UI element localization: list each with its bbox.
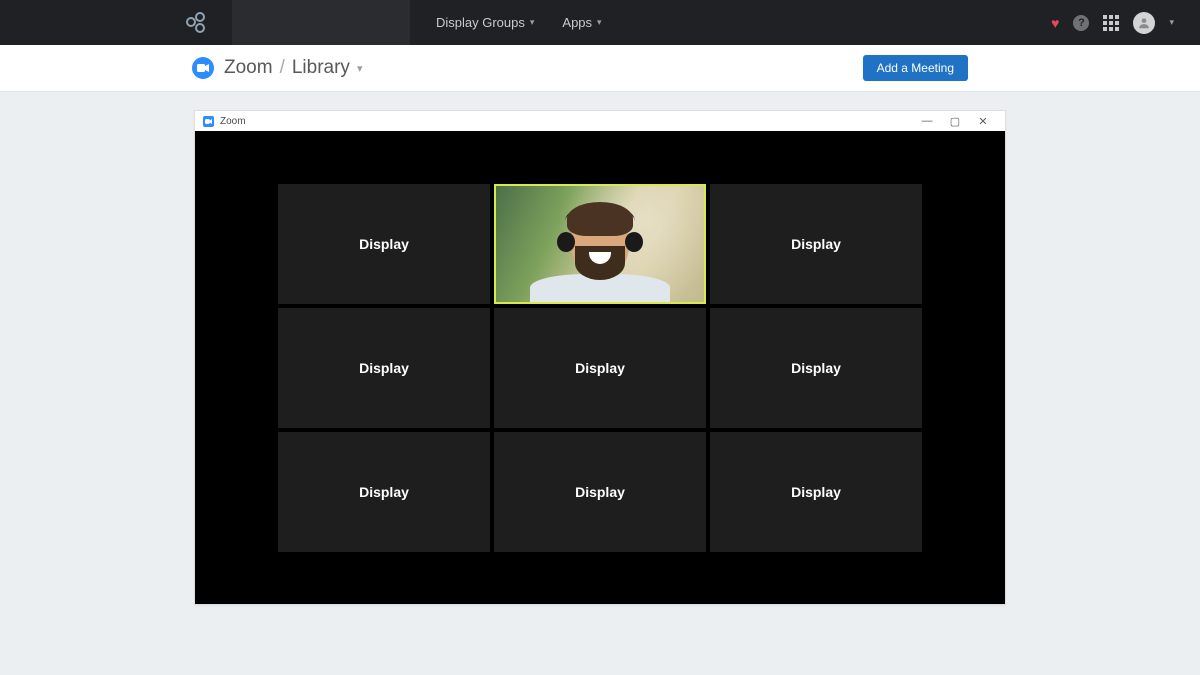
chevron-down-icon[interactable]: ▾ — [1169, 17, 1174, 28]
sub-header: Zoom / Library ▾ Add a Meeting — [0, 45, 1200, 92]
tile-label: Display — [359, 484, 409, 500]
video-tile-active[interactable] — [494, 184, 706, 304]
nav-display-groups[interactable]: Display Groups ▾ — [436, 15, 534, 30]
breadcrumb-app: Zoom — [224, 57, 273, 79]
video-grid: Display Display Display Display Display Disp… — [278, 184, 922, 552]
video-tile[interactable]: Display — [494, 308, 706, 428]
tile-label: Display — [791, 360, 841, 376]
tile-label: Display — [575, 484, 625, 500]
tile-label: Display — [791, 484, 841, 500]
chevron-down-icon: ▾ — [530, 17, 535, 28]
brand-logo[interactable] — [0, 0, 232, 45]
user-avatar[interactable] — [1133, 12, 1155, 34]
tile-label: Display — [791, 236, 841, 252]
stage: Zoom — ▢ ✕ Display DisplayDisplayDisplay… — [0, 92, 1200, 605]
zoom-titlebar: Zoom — ▢ ✕ — [195, 111, 1005, 131]
zoom-titlebar-icon — [203, 116, 214, 127]
zoom-titlebar-title: Zoom — [220, 116, 246, 127]
chevron-down-icon: ▾ — [357, 62, 363, 75]
breadcrumb[interactable]: Zoom / Library ▾ — [224, 57, 362, 79]
nav-apps[interactable]: Apps ▾ — [562, 15, 601, 30]
video-tile[interactable]: Display — [278, 184, 490, 304]
window-minimize-button[interactable]: — — [913, 115, 941, 127]
nav-display-groups-label: Display Groups — [436, 15, 525, 30]
nav-apps-label: Apps — [562, 15, 592, 30]
breadcrumb-section: Library — [292, 57, 350, 79]
chevron-down-icon: ▾ — [597, 17, 602, 28]
add-meeting-button[interactable]: Add a Meeting — [863, 55, 968, 81]
help-icon[interactable]: ? — [1073, 15, 1089, 31]
video-tile[interactable]: Display — [710, 308, 922, 428]
video-tile[interactable]: Display — [278, 432, 490, 552]
logo-icon — [186, 12, 208, 34]
participant-portrait — [561, 202, 639, 294]
breadcrumb-separator: / — [280, 57, 285, 79]
zoom-body: Display Display Display Display Display Disp… — [195, 131, 1005, 604]
window-maximize-button[interactable]: ▢ — [941, 115, 969, 128]
video-tile[interactable]: Display — [710, 432, 922, 552]
video-tile[interactable]: Display — [278, 308, 490, 428]
tile-label: Display — [359, 360, 409, 376]
tile-label: Display — [575, 360, 625, 376]
tile-label: Display — [359, 236, 409, 252]
zoom-window: Zoom — ▢ ✕ Display DisplayDisplayDisplay… — [194, 110, 1006, 605]
video-tile[interactable]: Display — [494, 432, 706, 552]
apps-grid-icon[interactable] — [1103, 15, 1119, 31]
top-nav: Display Groups ▾ Apps ▾ ♥ ? ▾ — [0, 0, 1200, 45]
nav-active-slot — [232, 0, 410, 45]
zoom-app-icon — [192, 57, 214, 79]
window-close-button[interactable]: ✕ — [969, 115, 997, 128]
video-tile[interactable]: Display — [710, 184, 922, 304]
heart-icon[interactable]: ♥ — [1051, 15, 1059, 31]
